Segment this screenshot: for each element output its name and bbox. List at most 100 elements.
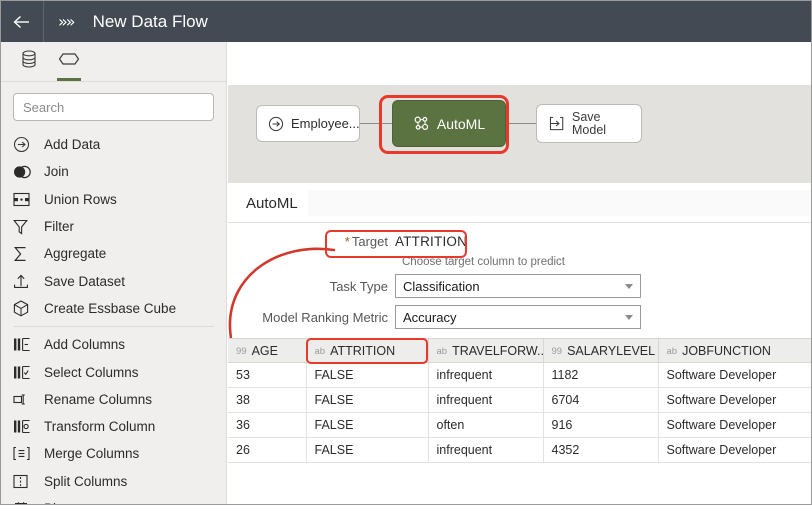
table-body: 53 FALSE infrequent 1182 Software Developer 3… bbox=[228, 362, 811, 463]
column-name: AGE bbox=[251, 343, 278, 358]
target-label: * Target bbox=[344, 233, 388, 249]
table-row[interactable]: 38 FALSE infrequent 6704 Software Developer bbox=[228, 387, 811, 413]
tab-automl[interactable]: AutoML bbox=[228, 184, 308, 222]
column-type-tag: 99 bbox=[551, 345, 563, 357]
target-help-text: Choose target column to predict bbox=[402, 256, 566, 268]
sidebar-item-select-columns[interactable]: Select Columns bbox=[1, 358, 226, 385]
search-input[interactable] bbox=[13, 93, 214, 121]
required-asterisk: * bbox=[344, 233, 350, 249]
flow-node-automl[interactable]: AutoML bbox=[392, 100, 506, 147]
transform-column-icon bbox=[13, 418, 35, 436]
sigma-aggregate-icon bbox=[13, 245, 35, 263]
table-cell: FALSE bbox=[306, 362, 429, 388]
sidebar-item-label: Rename Columns bbox=[44, 391, 153, 407]
save-model-icon bbox=[548, 115, 565, 132]
chevron-double-right-icon[interactable]: »» bbox=[58, 12, 76, 31]
flow-node-save-model[interactable]: Save Model bbox=[536, 104, 642, 143]
chevron-down-icon bbox=[625, 283, 633, 289]
sidebar-item-transform-column[interactable]: Transform Column bbox=[1, 413, 226, 440]
table-cell: infrequent bbox=[428, 362, 544, 388]
sidebar-item-bin[interactable]: Bin bbox=[1, 495, 226, 504]
table-column-header[interactable]: 99 SALARYLEVEL bbox=[543, 338, 659, 363]
table-cell: infrequent bbox=[428, 387, 544, 413]
column-name: SALARYLEVEL bbox=[567, 343, 656, 358]
table-cell: 53 bbox=[228, 362, 307, 388]
table-row[interactable]: 36 FALSE often 916 Software Developer bbox=[228, 412, 811, 438]
select-columns-icon bbox=[13, 363, 35, 381]
sidebar-item-label: Transform Column bbox=[44, 419, 156, 435]
automl-settings-form: * Target ATTRITION Choose target column t… bbox=[228, 228, 811, 402]
sidebar-item-merge-columns[interactable]: Merge Columns bbox=[1, 440, 226, 467]
sidebar-tab-datasets[interactable] bbox=[9, 42, 49, 81]
column-name: TRAVELFORW... bbox=[452, 343, 543, 358]
flow-node-label: Save Model bbox=[572, 109, 607, 137]
table-cell: 38 bbox=[228, 387, 307, 413]
sidebar-item-label: Create Essbase Cube bbox=[44, 300, 177, 316]
sidebar-item-split-columns[interactable]: Split Columns bbox=[1, 468, 226, 495]
table-column-header[interactable]: ab ATTRITION bbox=[306, 338, 429, 363]
task-type-select[interactable]: Classification bbox=[395, 274, 641, 298]
sidebar-tabs bbox=[1, 42, 226, 82]
sidebar-item-label: Split Columns bbox=[44, 473, 128, 489]
union-rows-icon bbox=[13, 190, 35, 208]
sidebar-item-filter[interactable]: Filter bbox=[1, 213, 226, 240]
sidebar-separator bbox=[13, 326, 214, 328]
ranking-metric-select[interactable]: Accuracy bbox=[395, 305, 641, 329]
table-cell: FALSE bbox=[306, 412, 429, 438]
search-field-wrapper bbox=[1, 82, 226, 127]
arrow-right-circle-icon bbox=[13, 136, 35, 154]
column-name: ATTRITION bbox=[330, 343, 396, 358]
sidebar-item-join[interactable]: Join bbox=[1, 158, 226, 185]
sidebar-item-add-data[interactable]: Add Data bbox=[1, 131, 226, 158]
table-cell: FALSE bbox=[306, 387, 429, 413]
sidebar-item-label: Union Rows bbox=[44, 191, 117, 207]
main-content-area: Employee... AutoML Save Model AutoML * T… bbox=[228, 42, 811, 504]
add-columns-icon bbox=[13, 336, 35, 354]
page-title: New Data Flow bbox=[92, 11, 208, 31]
step-panel-header: AutoML bbox=[228, 184, 811, 223]
header-divider bbox=[43, 1, 44, 42]
arrow-right-circle-icon bbox=[268, 116, 284, 132]
table-cell: 6704 bbox=[543, 387, 659, 413]
table-cell: 26 bbox=[228, 437, 307, 463]
sidebar-item-create-essbase-cube[interactable]: Create Essbase Cube bbox=[1, 295, 226, 322]
table-cell: often bbox=[428, 412, 544, 438]
automl-molecule-icon bbox=[413, 115, 430, 132]
table-row[interactable]: 53 FALSE infrequent 1182 Software Developer bbox=[228, 362, 811, 388]
sidebar-item-label: Aggregate bbox=[44, 246, 107, 262]
ranking-metric-label: Model Ranking Metric bbox=[262, 309, 388, 325]
table-header-row: 99 AGE ab ATTRITION ab TRAVELFORW... 99 SALARYL… bbox=[228, 338, 811, 363]
table-cell: infrequent bbox=[428, 437, 544, 463]
table-cell: Software Developer bbox=[658, 362, 811, 388]
sidebar-item-label: Join bbox=[44, 164, 69, 180]
sidebar-item-add-columns[interactable]: Add Columns bbox=[1, 331, 226, 358]
flow-node-employee[interactable]: Employee... bbox=[256, 105, 360, 142]
table-cell: 916 bbox=[543, 412, 659, 438]
sidebar-item-aggregate[interactable]: Aggregate bbox=[1, 240, 226, 267]
table-cell: Software Developer bbox=[658, 412, 811, 438]
table-row[interactable]: 26 FALSE infrequent 4352 Software Developer bbox=[228, 437, 811, 463]
flow-connector-1 bbox=[360, 123, 392, 124]
split-columns-icon bbox=[13, 472, 35, 490]
back-arrow-icon[interactable] bbox=[1, 1, 43, 42]
table-cell: FALSE bbox=[306, 437, 429, 463]
table-column-header[interactable]: 99 AGE bbox=[228, 338, 307, 363]
sidebar-step-list: Add Data Join Union Rows Filter Aggregat… bbox=[1, 127, 226, 504]
target-value[interactable]: ATTRITION bbox=[395, 234, 467, 249]
column-type-tag: ab bbox=[436, 345, 448, 357]
task-type-label: Task Type bbox=[329, 278, 388, 294]
table-column-header[interactable]: ab JOBFUNCTION bbox=[658, 338, 811, 363]
sidebar-item-save-dataset[interactable]: Save Dataset bbox=[1, 267, 226, 294]
bin-icon bbox=[13, 500, 35, 504]
sidebar-item-label: Select Columns bbox=[44, 364, 139, 380]
table-column-header[interactable]: ab TRAVELFORW... bbox=[428, 338, 544, 363]
sidebar-item-rename-columns[interactable]: Rename Columns bbox=[1, 386, 226, 413]
column-type-tag: 99 bbox=[236, 345, 247, 357]
table-cell: 4352 bbox=[543, 437, 659, 463]
sidebar-item-label: Bin bbox=[44, 501, 64, 504]
sidebar-tab-dataflow-steps[interactable] bbox=[49, 42, 89, 81]
data-flow-canvas[interactable]: Employee... AutoML Save Model bbox=[228, 85, 811, 184]
sidebar-item-union-rows[interactable]: Union Rows bbox=[1, 186, 226, 213]
flow-node-label: Employee... bbox=[291, 116, 360, 131]
flow-connector-2 bbox=[506, 123, 536, 124]
